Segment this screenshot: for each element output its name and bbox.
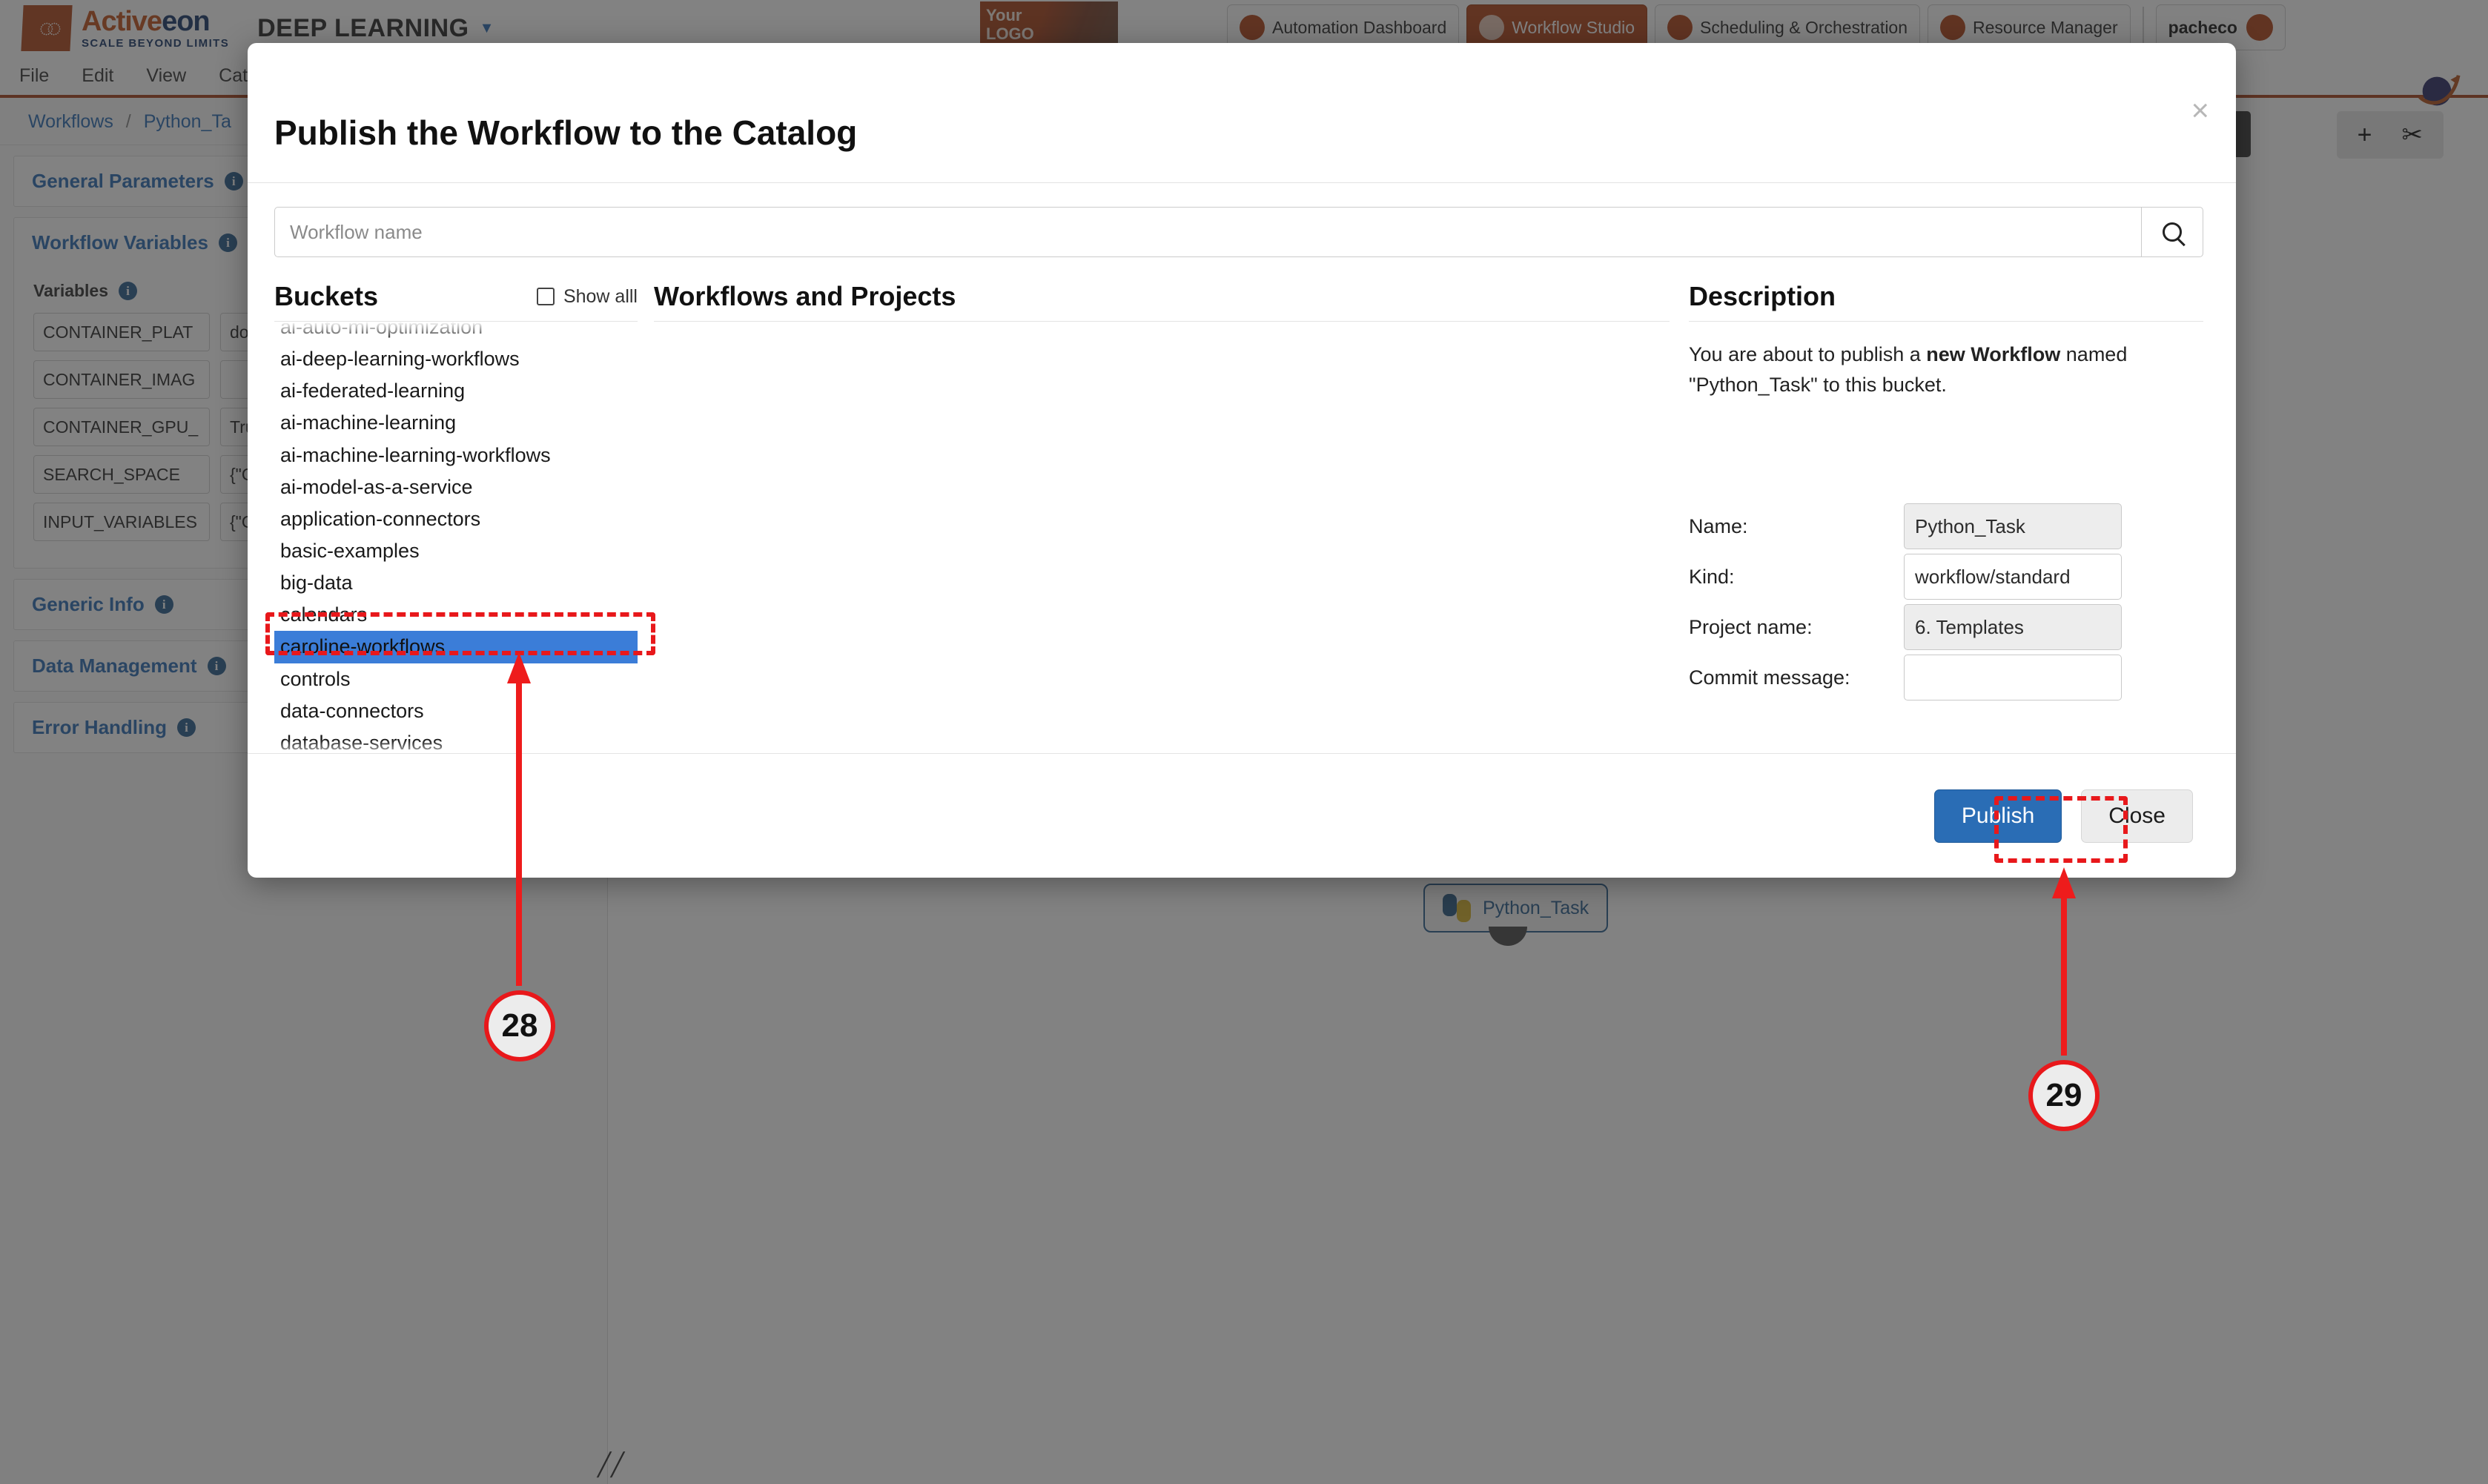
list-item[interactable]: ai-machine-learning bbox=[274, 407, 638, 439]
buckets-heading: Buckets bbox=[274, 281, 379, 311]
field-label: Kind: bbox=[1689, 565, 1735, 588]
modal-title: Publish the Workflow to the Catalog bbox=[274, 113, 858, 152]
field-label: Commit message: bbox=[1689, 666, 1850, 689]
list-item[interactable]: data-connectors bbox=[274, 695, 638, 727]
field-label: Project name: bbox=[1689, 615, 1813, 638]
description-text: You are about to publish a new Workflow … bbox=[1689, 322, 2203, 400]
list-item-selected[interactable]: caroline-workflows bbox=[274, 631, 638, 663]
publish-workflow-modal: × Publish the Workflow to the Catalog Wo… bbox=[248, 43, 2236, 878]
search-input[interactable]: Workflow name bbox=[274, 207, 2141, 257]
list-item[interactable]: controls bbox=[274, 663, 638, 695]
description-heading: Description bbox=[1689, 281, 1836, 311]
list-item[interactable]: application-connectors bbox=[274, 503, 638, 535]
modal-columns: Buckets Show alll ai-auto-ml-optimizatio… bbox=[248, 257, 2236, 759]
close-icon[interactable]: × bbox=[2191, 95, 2209, 126]
description-fields: Name: Python_Task Kind: workflow/standar… bbox=[1689, 503, 2203, 700]
list-fade-top bbox=[274, 322, 638, 341]
show-all-label: Show alll bbox=[563, 285, 638, 307]
description-text-part1: You are about to publish a bbox=[1689, 343, 1927, 365]
commit-message-field[interactable] bbox=[1904, 655, 2122, 700]
field-row-name: Name: Python_Task bbox=[1689, 503, 2203, 549]
search-row: Workflow name bbox=[248, 183, 2236, 257]
description-header: Description bbox=[1689, 281, 2203, 321]
close-button[interactable]: Close bbox=[2081, 789, 2193, 843]
name-field[interactable]: Python_Task bbox=[1904, 503, 2122, 549]
buckets-column: Buckets Show alll ai-auto-ml-optimizatio… bbox=[274, 281, 638, 759]
workflows-projects-column: Workflows and Projects bbox=[638, 281, 1670, 759]
workflows-header: Workflows and Projects bbox=[654, 281, 1670, 321]
list-item[interactable]: ai-model-as-a-service bbox=[274, 471, 638, 503]
publish-button[interactable]: Publish bbox=[1933, 789, 2062, 843]
buckets-header: Buckets Show alll bbox=[274, 281, 638, 321]
list-item[interactable]: basic-examples bbox=[274, 535, 638, 567]
field-row-commit-message: Commit message: bbox=[1689, 655, 2203, 700]
modal-footer: Publish Close bbox=[248, 753, 2236, 878]
list-item[interactable]: calendars bbox=[274, 599, 638, 631]
description-column: Description You are about to publish a n… bbox=[1670, 281, 2203, 759]
list-item[interactable]: ai-deep-learning-workflows bbox=[274, 343, 638, 375]
list-item[interactable]: big-data bbox=[274, 567, 638, 599]
field-label: Name: bbox=[1689, 514, 1748, 537]
description-text-bold: new Workflow bbox=[1926, 343, 2061, 365]
show-all-checkbox[interactable] bbox=[536, 288, 555, 305]
workflows-list[interactable] bbox=[654, 322, 1670, 759]
kind-field[interactable]: workflow/standard bbox=[1904, 554, 2122, 600]
show-all-toggle[interactable]: Show alll bbox=[536, 285, 638, 308]
field-row-project-name: Project name: 6. Templates bbox=[1689, 604, 2203, 650]
list-item[interactable]: ai-machine-learning-workflows bbox=[274, 440, 638, 471]
workflows-heading: Workflows and Projects bbox=[654, 281, 956, 311]
field-row-kind: Kind: workflow/standard bbox=[1689, 554, 2203, 600]
search-button[interactable] bbox=[2141, 207, 2203, 257]
bucket-list[interactable]: ai-auto-ml-optimization ai-deep-learning… bbox=[274, 322, 638, 759]
list-item[interactable]: ai-federated-learning bbox=[274, 375, 638, 407]
project-name-field[interactable]: 6. Templates bbox=[1904, 604, 2122, 650]
search-icon bbox=[2163, 222, 2182, 242]
